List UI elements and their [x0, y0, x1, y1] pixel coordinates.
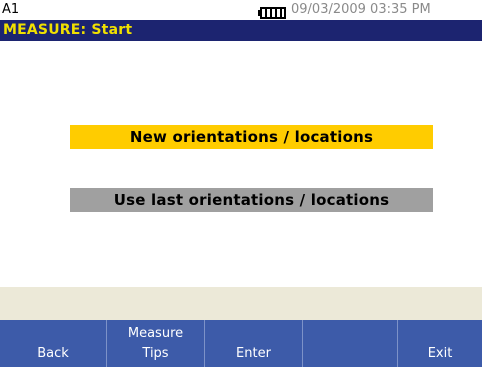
title-bar: MEASURE: Start — [0, 20, 482, 41]
use-last-orientations-button[interactable]: Use last orientations / locations — [70, 188, 433, 212]
enter-softkey-label: Enter — [236, 346, 271, 361]
exit-softkey[interactable]: Exit — [398, 320, 482, 367]
battery-icon — [258, 4, 286, 19]
info-strip — [0, 287, 482, 320]
new-orientations-button[interactable]: New orientations / locations — [70, 125, 433, 149]
enter-softkey[interactable]: Enter — [205, 320, 302, 367]
status-bar: A1 09/03/2009 03:35 PM — [0, 0, 482, 20]
exit-softkey-label: Exit — [427, 346, 453, 361]
screen-title: MEASURE: Start — [3, 22, 133, 38]
back-softkey-label: Back — [37, 346, 69, 361]
datetime: 09/03/2009 03:35 PM — [291, 2, 431, 17]
softkey-bar: Back Measure Tips Enter Exit — [0, 320, 482, 367]
measure-tips-softkey-line2: Tips — [142, 346, 169, 361]
back-softkey[interactable]: Back — [0, 320, 106, 367]
device-id: A1 — [2, 2, 20, 17]
measure-tips-softkey-line1: Measure — [127, 326, 184, 341]
empty-softkey[interactable] — [303, 320, 397, 367]
measure-tips-softkey[interactable]: Measure Tips — [107, 320, 204, 367]
